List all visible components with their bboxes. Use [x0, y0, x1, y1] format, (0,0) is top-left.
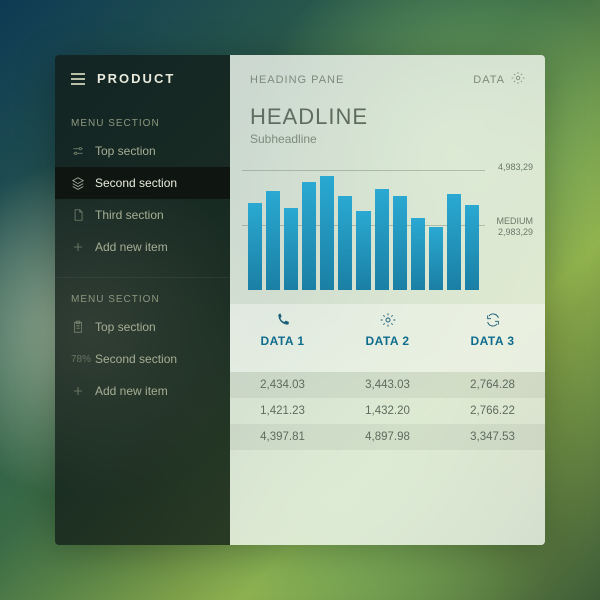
chart-bar	[429, 227, 443, 290]
chart-bar	[284, 208, 298, 290]
chart-bar	[411, 218, 425, 290]
plus-icon	[71, 384, 85, 398]
table-cell: 2,434.03	[230, 372, 335, 398]
table-cell: 3,443.03	[335, 372, 440, 398]
settings-icon[interactable]	[511, 71, 525, 88]
gear-icon	[335, 312, 440, 330]
data-table: DATA 1DATA 2DATA 3 2,434.033,443.032,764…	[230, 304, 545, 450]
sidebar-item-label: Top section	[95, 320, 156, 334]
column-label: DATA 2	[335, 334, 440, 348]
refresh-icon	[440, 312, 545, 330]
sidebar-item-label: Top section	[95, 144, 156, 158]
table-cell: 2,766.22	[440, 398, 545, 424]
table-cell: 2,764.28	[440, 372, 545, 398]
chart-bar	[447, 194, 461, 290]
file-icon	[71, 208, 85, 222]
subheadline: Subheadline	[230, 132, 545, 156]
menu-section-header: MENU SECTION	[55, 108, 230, 135]
table-cell: 3,347.53	[440, 424, 545, 450]
heading-pane-label: HEADING PANE	[250, 74, 344, 86]
sidebar-item[interactable]: Top section	[55, 135, 230, 167]
table-cell: 4,897.98	[335, 424, 440, 450]
main-pane: HEADING PANE DATA HEADLINE Subheadline 4…	[230, 55, 545, 545]
sidebar-item-label: Second section	[95, 352, 177, 366]
sliders-icon	[71, 144, 85, 158]
table-row: 4,397.814,897.983,347.53	[230, 424, 545, 450]
column-label: DATA 1	[230, 334, 335, 348]
sidebar-item-label: Add new item	[95, 240, 168, 254]
brand-row: PRODUCT	[55, 55, 230, 108]
app-window: PRODUCT MENU SECTION Top section Second se…	[55, 55, 545, 545]
menu-section-header: MENU SECTION	[55, 284, 230, 311]
headline: HEADLINE	[230, 98, 545, 132]
sidebar-item[interactable]: Add new item	[55, 231, 230, 263]
chart-bar	[248, 203, 262, 290]
topbar: HEADING PANE DATA	[230, 55, 545, 98]
sidebar-item-label: Add new item	[95, 384, 168, 398]
pct-icon: 78%	[71, 352, 85, 366]
axis-mid-label: MEDIUM	[497, 216, 534, 227]
table-column: DATA 2	[335, 312, 440, 348]
sidebar-item[interactable]: Second section	[55, 167, 230, 199]
table-row: 2,434.033,443.032,764.28	[230, 372, 545, 398]
clipboard-icon	[71, 320, 85, 334]
chart-bar	[375, 189, 389, 290]
axis-mid-value: 2,983,29	[497, 227, 534, 238]
chart-bar	[393, 196, 407, 290]
sidebar-item-label: Second section	[95, 176, 177, 190]
sidebar-item[interactable]: Top section	[55, 311, 230, 343]
axis-top-value: 4,983,29	[498, 162, 533, 173]
phone-icon	[230, 312, 335, 330]
chart-bar	[302, 182, 316, 290]
sidebar-item-label: Third section	[95, 208, 164, 222]
sidebar-item[interactable]: Third section	[55, 199, 230, 231]
table-row: 1,421.231,432.202,766.22	[230, 398, 545, 424]
table-column: DATA 3	[440, 312, 545, 348]
brand-title: PRODUCT	[97, 71, 175, 86]
chart-bar	[338, 196, 352, 290]
plus-icon	[71, 240, 85, 254]
axis-mid: MEDIUM 2,983,29	[497, 216, 534, 238]
data-label: DATA	[473, 74, 505, 86]
layers-icon	[71, 176, 85, 190]
sidebar-item[interactable]: Add new item	[55, 375, 230, 407]
hamburger-icon[interactable]	[71, 73, 85, 85]
table-column: DATA 1	[230, 312, 335, 348]
sidebar-item[interactable]: 78% Second section	[55, 343, 230, 375]
chart-bar	[320, 176, 334, 290]
chart-bar	[356, 211, 370, 290]
chart-bar	[266, 191, 280, 290]
bar-chart: 4,983,29 MEDIUM 2,983,29	[242, 160, 533, 290]
table-cell: 1,432.20	[335, 398, 440, 424]
column-label: DATA 3	[440, 334, 545, 348]
sidebar: PRODUCT MENU SECTION Top section Second se…	[55, 55, 230, 545]
table-cell: 1,421.23	[230, 398, 335, 424]
chart-bar	[465, 205, 479, 290]
table-cell: 4,397.81	[230, 424, 335, 450]
